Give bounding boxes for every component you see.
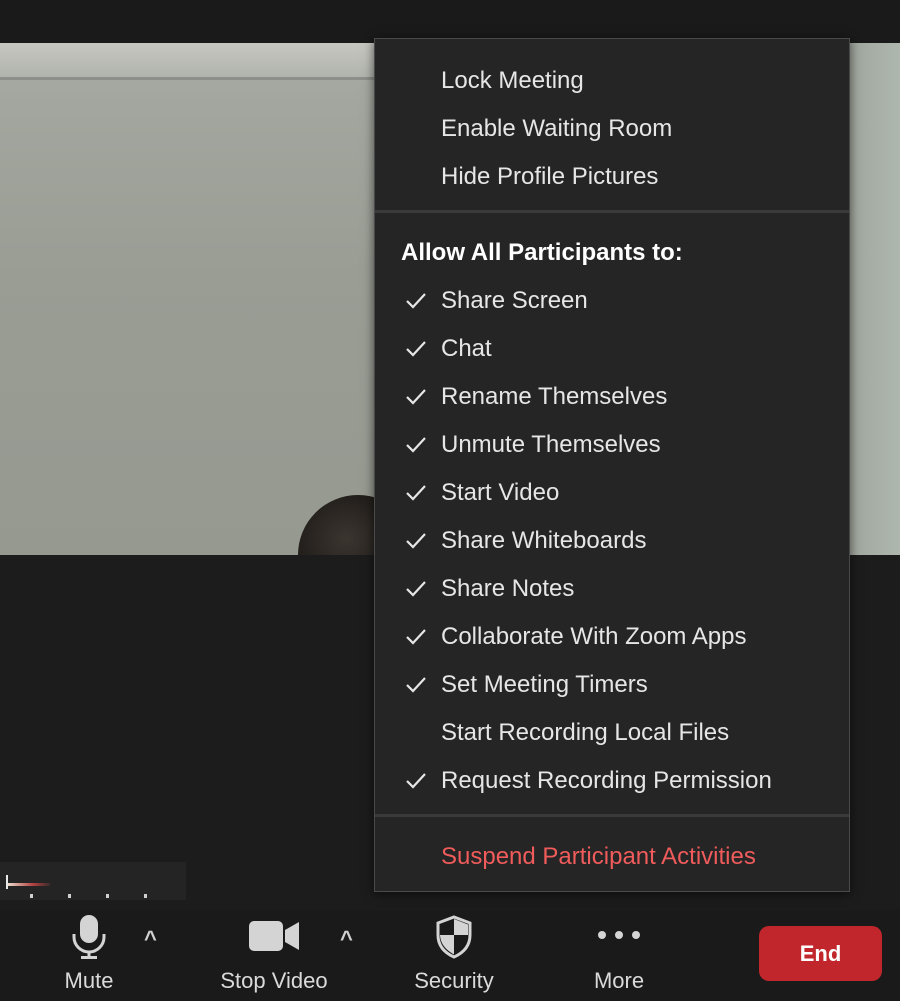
stop-video-label: Stop Video — [220, 968, 328, 993]
end-meeting-button[interactable]: End — [759, 926, 882, 981]
suspend-participant-activities-item[interactable]: Suspend Participant Activities — [441, 840, 756, 874]
checkmark-icon — [406, 437, 426, 453]
stop-video-button[interactable]: Stop Video — [208, 910, 340, 1001]
checkmark-icon — [406, 533, 426, 549]
mute-label: Mute — [64, 968, 114, 993]
video-options-caret[interactable]: ^ — [340, 926, 353, 952]
more-dots-icon — [598, 931, 640, 939]
permission-item[interactable]: Request Recording Permission — [441, 764, 772, 798]
permission-item[interactable]: Rename Themselves — [441, 380, 667, 414]
checkmark-icon — [406, 293, 426, 309]
audio-level-marker — [6, 875, 8, 889]
checkmark-icon — [406, 581, 426, 597]
more-label: More — [593, 968, 645, 993]
checkmark-icon — [406, 389, 426, 405]
checkmark-icon — [406, 341, 426, 357]
permission-item[interactable]: Share Notes — [441, 572, 574, 606]
security-label: Security — [414, 968, 494, 993]
more-button[interactable]: More — [572, 910, 666, 1001]
audio-level-meter — [8, 883, 50, 886]
hide-profile-pictures-item[interactable]: Hide Profile Pictures — [441, 160, 658, 194]
permission-item[interactable]: Start Video — [441, 476, 559, 510]
audio-options-caret[interactable]: ^ — [144, 926, 157, 952]
security-button[interactable]: Security — [400, 910, 508, 1001]
permission-item[interactable]: Chat — [441, 332, 492, 366]
shield-icon — [436, 915, 472, 959]
security-menu: Lock Meeting Enable Waiting Room Hide Pr… — [374, 38, 850, 892]
permission-item[interactable]: Share Whiteboards — [441, 524, 646, 558]
checkmark-icon — [406, 773, 426, 789]
menu-divider — [375, 210, 849, 213]
checkmark-icon — [406, 677, 426, 693]
permission-item[interactable]: Start Recording Local Files — [441, 716, 729, 750]
permission-item[interactable]: Set Meeting Timers — [441, 668, 648, 702]
menu-divider — [375, 814, 849, 817]
checkmark-icon — [406, 485, 426, 501]
mute-button[interactable]: Mute — [44, 910, 134, 1001]
permission-item[interactable]: Collaborate With Zoom Apps — [441, 620, 746, 654]
video-camera-icon — [249, 921, 299, 951]
permission-item[interactable]: Unmute Themselves — [441, 428, 661, 462]
lock-meeting-item[interactable]: Lock Meeting — [441, 64, 584, 98]
thumbnail-caption — [30, 894, 180, 898]
allow-participants-header: Allow All Participants to: — [401, 239, 683, 266]
top-bar — [0, 0, 900, 43]
enable-waiting-room-item[interactable]: Enable Waiting Room — [441, 112, 672, 146]
permission-item[interactable]: Share Screen — [441, 284, 588, 318]
microphone-icon — [72, 915, 106, 959]
checkmark-icon — [406, 629, 426, 645]
